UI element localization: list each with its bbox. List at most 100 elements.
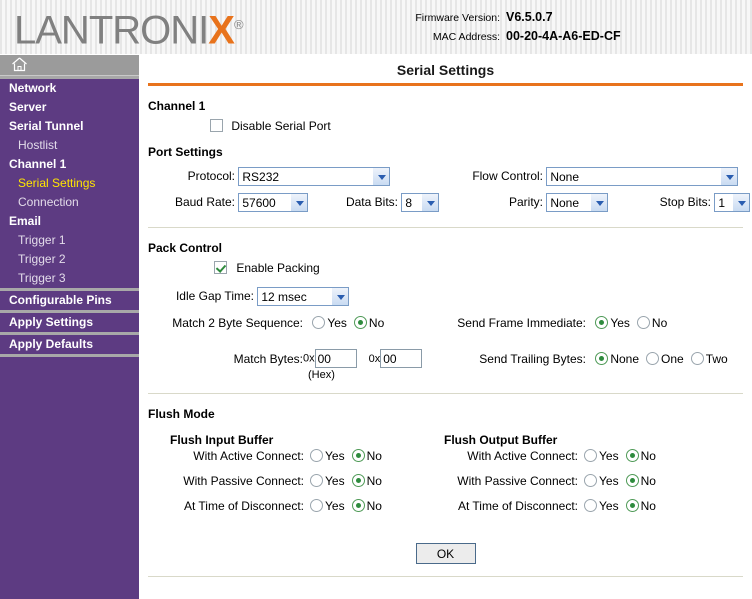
enable-packing-row[interactable]: Enable Packing bbox=[214, 261, 320, 275]
send-frame-radio-no[interactable] bbox=[636, 316, 650, 329]
data-bits-select[interactable]: 78 bbox=[401, 193, 440, 212]
protocol-select[interactable]: RS232RS422/485 4-wireRS485 2-wire bbox=[238, 167, 391, 186]
flush-input-radio-group[interactable]: Yes No bbox=[310, 449, 389, 463]
flush-output-row: At Time of Disconnect: Yes No bbox=[430, 499, 663, 524]
flush-output-0-radio-no[interactable] bbox=[625, 449, 639, 462]
send-trailing-option-none[interactable]: None bbox=[595, 352, 639, 366]
sidebar-item-email[interactable]: Email bbox=[0, 212, 139, 231]
match-2-byte-radio-no[interactable] bbox=[353, 316, 367, 329]
flush-input-1-option-yes[interactable]: Yes bbox=[310, 474, 345, 488]
flush-output-1-option-label: Yes bbox=[599, 474, 619, 488]
flush-output-radio-group[interactable]: Yes No bbox=[584, 449, 663, 463]
send-trailing-label: Send Trailing Bytes: bbox=[479, 352, 586, 366]
send-trailing-option-one[interactable]: One bbox=[646, 352, 684, 366]
sidebar-item-trigger-2[interactable]: Trigger 2 bbox=[0, 250, 139, 269]
flush-input-radio-group[interactable]: Yes No bbox=[310, 474, 389, 488]
flush-input-1-radio-no[interactable] bbox=[351, 474, 365, 487]
flush-output-row: With Active Connect: Yes No bbox=[430, 449, 663, 474]
disable-serial-port-row[interactable]: Disable Serial Port bbox=[210, 119, 743, 133]
sidebar-item-trigger-3[interactable]: Trigger 3 bbox=[0, 269, 139, 288]
flush-input-buffer-rows: With Active Connect: Yes No With Passive Co… bbox=[156, 449, 389, 524]
match-byte-2-input[interactable] bbox=[380, 349, 423, 368]
flush-input-1-radio-yes[interactable] bbox=[310, 474, 323, 487]
send-frame-option-no[interactable]: No bbox=[636, 316, 667, 330]
send-frame-option-yes[interactable]: Yes bbox=[595, 316, 630, 330]
match-bytes-hex-note: (Hex) bbox=[308, 369, 335, 381]
baud-rate-label: Baud Rate: bbox=[174, 194, 235, 209]
mac-address-value: 00-20-4A-A6-ED-CF bbox=[506, 29, 621, 43]
sidebar-item-configurable-pins[interactable]: Configurable Pins bbox=[0, 291, 139, 310]
idle-gap-time-select[interactable]: 12 msec52 msec250 msec5 sec bbox=[257, 287, 350, 306]
sidebar-item-serial-settings[interactable]: Serial Settings bbox=[0, 174, 139, 193]
flush-output-2-radio-yes[interactable] bbox=[584, 499, 597, 512]
send-trailing-option-two[interactable]: Two bbox=[690, 352, 728, 366]
match-2-byte-radio-group[interactable]: Yes No bbox=[312, 316, 391, 330]
idle-gap-select-wrap: 12 msec52 msec250 msec5 sec bbox=[257, 287, 350, 306]
flush-output-label: With Passive Connect: bbox=[457, 474, 578, 488]
sidebar-item-apply-settings[interactable]: Apply Settings bbox=[0, 313, 139, 332]
send-frame-label: Send Frame Immediate: bbox=[457, 316, 586, 330]
flush-input-0-option-no[interactable]: No bbox=[351, 449, 382, 463]
flush-output-2-option-no[interactable]: No bbox=[625, 499, 656, 513]
sidebar-item-network[interactable]: Network bbox=[0, 79, 139, 98]
flush-input-1-option-label: No bbox=[366, 474, 382, 488]
parity-select[interactable]: NoneEvenOdd bbox=[546, 193, 609, 212]
ok-button[interactable]: OK bbox=[415, 543, 476, 564]
firmware-version-label: Firmware Version: bbox=[415, 12, 500, 24]
sidebar-item-trigger-1[interactable]: Trigger 1 bbox=[0, 231, 139, 250]
flush-input-2-option-no[interactable]: No bbox=[351, 499, 382, 513]
flush-input-radio-group[interactable]: Yes No bbox=[310, 499, 389, 513]
flush-input-2-radio-yes[interactable] bbox=[310, 499, 323, 512]
divider-pack-control bbox=[148, 393, 743, 394]
protocol-label: Protocol: bbox=[187, 168, 235, 183]
send-trailing-radio-one[interactable] bbox=[646, 352, 660, 365]
send-frame-radio-group[interactable]: Yes No bbox=[595, 316, 674, 330]
data-bits-field: Data Bits: 78 bbox=[338, 193, 440, 212]
parity-select-wrap: NoneEvenOdd bbox=[546, 193, 609, 212]
flush-output-0-radio-yes[interactable] bbox=[584, 449, 597, 462]
flush-output-1-option-no[interactable]: No bbox=[625, 474, 656, 488]
stop-bits-select[interactable]: 12 bbox=[714, 193, 751, 212]
home-icon[interactable] bbox=[11, 57, 28, 72]
flush-output-radio-group[interactable]: Yes No bbox=[584, 474, 663, 488]
sidebar-item-connection[interactable]: Connection bbox=[0, 193, 139, 212]
sidebar-item-channel-1[interactable]: Channel 1 bbox=[0, 155, 139, 174]
sidebar-item-apply-defaults[interactable]: Apply Defaults bbox=[0, 335, 139, 354]
ok-button-container: OK bbox=[148, 543, 743, 564]
flush-input-1-option-no[interactable]: No bbox=[351, 474, 382, 488]
data-bits-label: Data Bits: bbox=[345, 194, 398, 209]
flush-input-0-radio-yes[interactable] bbox=[310, 449, 323, 462]
idle-gap-time-field: Idle Gap Time: 12 msec52 msec250 msec5 s… bbox=[168, 287, 350, 306]
flush-input-0-option-yes[interactable]: Yes bbox=[310, 449, 345, 463]
sidebar-home-band[interactable] bbox=[0, 55, 139, 76]
send-trailing-radio-none[interactable] bbox=[595, 352, 609, 365]
send-trailing-radio-two[interactable] bbox=[690, 352, 704, 365]
flush-output-1-radio-no[interactable] bbox=[625, 474, 639, 487]
flush-output-2-option-yes[interactable]: Yes bbox=[584, 499, 619, 513]
match-byte-1-input[interactable] bbox=[314, 349, 357, 368]
flush-input-0-radio-no[interactable] bbox=[351, 449, 365, 462]
flush-output-0-option-yes[interactable]: Yes bbox=[584, 449, 619, 463]
flush-input-2-radio-no[interactable] bbox=[351, 499, 365, 512]
flush-output-1-radio-yes[interactable] bbox=[584, 474, 597, 487]
baud-rate-select[interactable]: 3006001200240048009600192003840057600115… bbox=[238, 193, 309, 212]
flush-input-2-option-yes[interactable]: Yes bbox=[310, 499, 345, 513]
flush-output-0-option-no[interactable]: No bbox=[625, 449, 656, 463]
sidebar-item-server[interactable]: Server bbox=[0, 98, 139, 117]
sidebar-item-serial-tunnel[interactable]: Serial Tunnel bbox=[0, 117, 139, 136]
pack-control-heading: Pack Control bbox=[148, 241, 223, 255]
match-2-byte-radio-yes[interactable] bbox=[312, 316, 326, 329]
flush-output-1-option-yes[interactable]: Yes bbox=[584, 474, 619, 488]
sidebar-item-hostlist[interactable]: Hostlist bbox=[0, 136, 139, 155]
flow-control-select[interactable]: NoneXON/XOFFHardwareXON/XOFF Pass Chars … bbox=[546, 167, 739, 186]
send-trailing-radio-group[interactable]: None One Two bbox=[595, 352, 734, 366]
flush-output-2-radio-no[interactable] bbox=[625, 499, 639, 512]
match-2-byte-option-no[interactable]: No bbox=[353, 316, 384, 330]
enable-packing-checkbox[interactable] bbox=[214, 261, 227, 274]
disable-serial-port-checkbox[interactable] bbox=[210, 119, 223, 132]
flush-input-buffer-heading: Flush Input Buffer bbox=[170, 433, 274, 447]
match-2-byte-option-yes[interactable]: Yes bbox=[312, 316, 347, 330]
settings-form: Channel 1 Disable Serial Port Port Setti… bbox=[139, 99, 752, 577]
flush-output-radio-group[interactable]: Yes No bbox=[584, 499, 663, 513]
send-frame-radio-yes[interactable] bbox=[595, 316, 609, 329]
